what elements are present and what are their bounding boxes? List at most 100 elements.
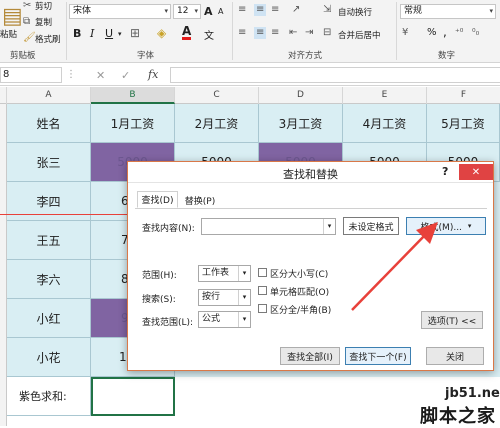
align-left-icon[interactable]: ≡	[238, 27, 246, 39]
format-painter-button[interactable]: 格式刷	[35, 33, 61, 45]
align-right-icon[interactable]: ≡	[271, 27, 279, 39]
column-header-f[interactable]: F	[427, 87, 500, 104]
close-button[interactable]: 关闭	[426, 347, 484, 365]
chevron-down-icon[interactable]: ▾	[118, 28, 122, 40]
merge-center-button[interactable]: 合并后居中	[338, 29, 381, 41]
phonetic-button[interactable]: 文	[204, 27, 214, 42]
font-color-button[interactable]: A	[182, 25, 192, 40]
copy-icon[interactable]: ⧉	[23, 16, 30, 28]
watermark-url: jb51.net	[445, 386, 500, 401]
align-middle-icon[interactable]: ≡	[254, 4, 267, 16]
sum-label-cell[interactable]: 紫色求和:	[7, 377, 91, 416]
arrow-shaft	[351, 231, 429, 311]
cancel-icon[interactable]: ✕	[96, 69, 105, 82]
font-size-combo[interactable]: 12 ▾	[173, 4, 201, 19]
column-header-d[interactable]: D	[259, 87, 343, 104]
name-box[interactable]: 8	[0, 67, 62, 83]
help-button[interactable]: ?	[442, 165, 448, 178]
header-cell[interactable]: 姓名	[7, 104, 91, 143]
watermark-text: 脚本之家	[420, 406, 496, 427]
orientation-icon[interactable]: ↗	[292, 4, 300, 16]
clipboard-group-label: 剪贴板	[10, 51, 36, 61]
italic-button[interactable]: I	[90, 27, 94, 40]
bold-button[interactable]: B	[73, 27, 81, 40]
name-cell[interactable]: 小花	[7, 338, 91, 377]
match-cell-checkbox[interactable]	[258, 286, 267, 295]
format-painter-icon[interactable]: 🖌	[23, 32, 36, 44]
search-value: 按行	[202, 292, 221, 302]
column-header-a[interactable]: A	[7, 87, 91, 104]
header-cell[interactable]: 4月工资	[343, 104, 427, 143]
increase-indent-icon[interactable]: ⇥	[305, 27, 313, 39]
look-in-select[interactable]: 公式 ▾	[198, 311, 251, 328]
align-bottom-icon[interactable]: ≡	[271, 4, 279, 16]
insert-function-icon[interactable]: fx	[148, 68, 158, 81]
percent-button[interactable]: %	[427, 27, 437, 38]
fill-color-icon[interactable]: ◈	[157, 27, 166, 39]
column-header-e[interactable]: E	[343, 87, 427, 104]
column-header-b[interactable]: B	[91, 87, 175, 104]
find-next-button[interactable]: 查找下一个(F)	[345, 347, 411, 365]
enter-icon[interactable]: ✓	[121, 69, 130, 82]
search-label: 搜索(S):	[142, 295, 176, 305]
within-select[interactable]: 工作表 ▾	[198, 265, 251, 282]
font-name-combo[interactable]: 宋体 ▾	[69, 4, 171, 19]
wrap-text-icon[interactable]: ⇲	[323, 4, 331, 16]
find-what-input[interactable]: ▾	[201, 218, 336, 235]
look-in-label: 查找范围(L):	[142, 318, 194, 328]
borders-icon[interactable]: ⊞	[130, 27, 140, 39]
shrink-font-button[interactable]: A	[218, 7, 223, 16]
formula-input[interactable]	[170, 67, 500, 83]
align-top-icon[interactable]: ≡	[238, 4, 246, 16]
align-center-icon[interactable]: ≡	[254, 27, 267, 39]
name-cell[interactable]: 李六	[7, 260, 91, 299]
comma-button[interactable]: ,	[443, 25, 447, 39]
column-header-c[interactable]: C	[175, 87, 259, 104]
font-group-label: 字体	[137, 51, 155, 61]
scissors-icon[interactable]: ✂	[23, 0, 31, 12]
chevron-down-icon[interactable]: ▾	[323, 219, 335, 234]
increase-decimal-icon[interactable]: ⁺⁰	[455, 27, 463, 39]
header-cell[interactable]: 5月工资	[427, 104, 500, 143]
name-cell[interactable]: 王五	[7, 221, 91, 260]
name-cell[interactable]: 张三	[7, 143, 91, 182]
header-cell[interactable]: 3月工资	[259, 104, 343, 143]
font-size-value: 12	[177, 6, 189, 16]
wrap-text-button[interactable]: 自动换行	[338, 6, 372, 18]
close-icon[interactable]: ✕	[459, 164, 493, 180]
number-format-value: 常规	[404, 6, 423, 16]
tab-replace[interactable]: 替换(P)	[181, 193, 219, 208]
chevron-down-icon: ▾	[238, 312, 250, 327]
paste-button[interactable]: 粘贴	[0, 28, 17, 40]
tab-find[interactable]: 查找(D)	[137, 191, 178, 208]
look-in-value: 公式	[202, 314, 221, 324]
name-cell[interactable]: 李四	[7, 182, 91, 221]
chevron-down-icon: ▾	[238, 266, 250, 281]
active-cell-b8[interactable]	[91, 377, 175, 416]
cut-button[interactable]: 剪切	[35, 0, 52, 12]
grow-font-button[interactable]: A	[204, 5, 213, 18]
header-cell[interactable]: 2月工资	[175, 104, 259, 143]
find-what-label: 查找内容(N):	[142, 224, 195, 234]
dialog-title: 查找和替换	[283, 168, 338, 181]
decrease-decimal-icon[interactable]: ⁰₀	[472, 27, 479, 39]
copy-button[interactable]: 复制	[35, 16, 52, 28]
underline-button[interactable]: U	[105, 27, 113, 40]
select-all-corner[interactable]	[0, 87, 7, 104]
name-cell[interactable]: 小红	[7, 299, 91, 338]
number-group-label: 数字	[438, 51, 456, 61]
search-select[interactable]: 按行 ▾	[198, 289, 251, 306]
match-case-checkbox[interactable]	[258, 268, 267, 277]
paste-icon[interactable]: ▤	[2, 6, 23, 28]
match-width-label: 区分全/半角(B)	[270, 306, 332, 316]
more-options-icon[interactable]: ⋮	[66, 69, 76, 81]
number-format-combo[interactable]: 常规 ▾	[400, 4, 496, 19]
formula-bar: 8 ⋮ ✕ ✓ fx	[0, 64, 500, 86]
decrease-indent-icon[interactable]: ⇤	[289, 27, 297, 39]
match-width-checkbox[interactable]	[258, 304, 267, 313]
currency-icon[interactable]: ¥	[402, 27, 408, 39]
merge-center-icon[interactable]: ⊟	[323, 27, 331, 39]
name-box-value: 8	[3, 69, 10, 80]
header-cell[interactable]: 1月工资	[91, 104, 175, 143]
find-all-button[interactable]: 查找全部(I)	[280, 347, 340, 365]
